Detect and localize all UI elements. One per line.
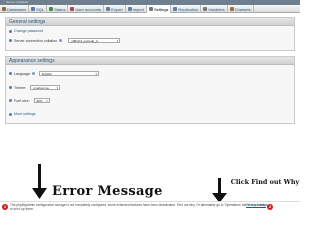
find-out-why-link[interactable]: Find out why.: [246, 203, 266, 207]
config-storage-warning: The phpMyAdmin configuration storage is …: [10, 203, 271, 212]
help-icon[interactable]: [59, 39, 63, 42]
tab-import[interactable]: Import: [126, 5, 147, 13]
change-password-link[interactable]: Change password: [14, 29, 43, 33]
font-size-label: Font size:: [14, 98, 30, 103]
font-size-row: Font size: 82%: [9, 98, 50, 103]
tab-label: Export: [111, 6, 123, 12]
tab-label: Replication: [178, 6, 199, 12]
theme-icon: [9, 86, 12, 89]
theme-row: Theme: pmahomme: [9, 85, 61, 90]
variables-icon: [203, 7, 208, 11]
theme-label: Theme:: [14, 85, 27, 90]
appearance-settings-panel: Appearance settings: [5, 56, 295, 124]
language-row: Language English: [9, 71, 99, 76]
tab-user-accounts[interactable]: User accounts: [68, 5, 105, 13]
tab-settings[interactable]: Settings: [146, 5, 172, 13]
wrench-icon: [9, 112, 12, 116]
database-icon: [2, 7, 6, 11]
tab-export[interactable]: Export: [104, 5, 126, 13]
tab-status[interactable]: Status: [47, 5, 69, 13]
sql-icon: [31, 7, 36, 11]
more-settings-row: More settings: [9, 112, 36, 116]
click-arrow: [212, 178, 227, 203]
collation-select[interactable]: utf8mb4_unicode_ci: [68, 38, 121, 43]
appearance-settings-title: Appearance settings: [6, 57, 294, 65]
more-settings-link[interactable]: More settings: [14, 112, 36, 116]
tab-label: SQL: [36, 6, 45, 12]
tab-replication[interactable]: Replication: [171, 5, 202, 13]
status-icon: [49, 7, 54, 11]
badge-two: 2: [267, 204, 273, 210]
language-select[interactable]: English: [39, 71, 99, 76]
font-size-icon: [9, 99, 12, 102]
collation-label: Server connection collation: [14, 38, 58, 43]
tab-label: Variables: [208, 6, 225, 12]
font-size-select[interactable]: 82%: [33, 98, 50, 103]
tab-label: Import: [132, 6, 144, 12]
charsets-icon: [229, 7, 234, 11]
help-icon[interactable]: [32, 72, 35, 75]
theme-select[interactable]: pmahomme: [30, 85, 61, 90]
tab-sql[interactable]: SQL: [29, 5, 48, 13]
import-icon: [127, 7, 132, 11]
export-icon: [106, 7, 111, 11]
general-settings-title: General settings: [6, 18, 294, 26]
language-label: Language: [14, 71, 30, 76]
tab-label: Status: [54, 6, 66, 12]
users-icon: [70, 7, 75, 11]
badge-one: 1: [2, 204, 8, 210]
collation-icon: [9, 39, 12, 42]
general-settings-panel: General settings: [5, 17, 295, 51]
tab-label: Databases: [7, 6, 27, 12]
tab-databases[interactable]: Databases: [0, 5, 30, 13]
tab-label: Settings: [153, 6, 169, 12]
language-icon: [9, 72, 12, 75]
tab-charsets[interactable]: Charsets: [228, 5, 254, 13]
tab-label: Charsets: [234, 6, 251, 12]
error-message-annotation: Error Message: [52, 184, 163, 199]
change-password-row: Change password: [9, 29, 43, 33]
settings-icon: [148, 7, 153, 11]
tab-variables[interactable]: Variables: [201, 5, 228, 13]
error-arrow: [32, 164, 47, 199]
tab-label: User accounts: [75, 6, 102, 12]
nav-tabs: Databases SQL Status User accounts Expor…: [0, 5, 300, 13]
replication-icon: [173, 7, 178, 11]
click-find-out-annotation: Click Find out Why: [230, 178, 300, 186]
key-icon: [9, 29, 12, 33]
collation-row: Server connection collation utf8mb4_unic…: [9, 38, 121, 43]
